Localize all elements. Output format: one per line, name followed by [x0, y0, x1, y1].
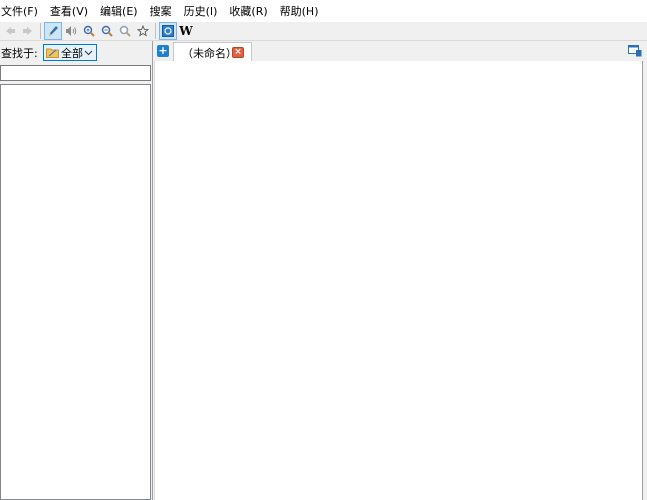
search-input[interactable]	[0, 65, 151, 81]
menu-file[interactable]: 文件(F)	[1, 3, 44, 19]
menu-help[interactable]: 帮助(H)	[280, 3, 325, 19]
restore-window-icon	[628, 45, 642, 57]
folder-icon	[46, 48, 59, 58]
article-view[interactable]	[154, 61, 643, 500]
wikipedia-button[interactable]: W	[177, 22, 195, 40]
zoom-in-button[interactable]	[80, 22, 98, 40]
left-pane: 查找于: 全部	[0, 41, 153, 500]
star-icon	[137, 25, 149, 37]
tab-label: （未命名）	[182, 46, 237, 60]
tab-untitled[interactable]: （未命名） ×	[173, 42, 252, 62]
add-favorite-button[interactable]	[134, 22, 152, 40]
toolbar: W	[0, 22, 647, 41]
forward-button[interactable]	[19, 22, 37, 40]
close-tab-button[interactable]: ×	[232, 47, 244, 58]
back-button[interactable]	[1, 22, 19, 40]
back-arrow-icon	[6, 27, 15, 35]
dictionary-icon	[162, 25, 174, 37]
menu-edit[interactable]: 编辑(E)	[100, 3, 144, 19]
pen-icon	[49, 26, 58, 36]
restore-window-button[interactable]	[628, 45, 642, 57]
menu-history[interactable]: 历史(I)	[184, 3, 224, 19]
menu-favorites[interactable]: 收藏(R)	[229, 3, 273, 19]
toolbar-separator	[155, 23, 156, 39]
forward-arrow-icon	[23, 27, 32, 35]
new-tab-button[interactable]: +	[157, 45, 169, 57]
search-scope-value: 全部	[61, 46, 83, 60]
menu-search[interactable]: 搜案	[150, 3, 178, 19]
search-row: 查找于:	[0, 44, 38, 62]
dictionary-button[interactable]	[159, 22, 177, 40]
scan-popup-button[interactable]	[44, 22, 62, 40]
menu-bar: 文件(F) 查看(V) 编辑(E) 搜案 历史(I) 收藏(R) 帮助(H)	[0, 0, 647, 22]
pronounce-button[interactable]	[62, 22, 80, 40]
speaker-icon	[65, 26, 76, 36]
word-list[interactable]	[0, 84, 151, 500]
search-scope-dropdown[interactable]: 全部	[43, 44, 97, 61]
toolbar-separator	[40, 23, 41, 39]
zoom-in-icon	[83, 25, 95, 37]
menu-view[interactable]: 查看(V)	[50, 3, 94, 19]
zoom-reset-button[interactable]	[116, 22, 134, 40]
wikipedia-icon: W	[179, 24, 193, 38]
chevron-down-icon	[84, 50, 93, 56]
tab-strip: + （未命名） ×	[154, 41, 647, 62]
search-in-label: 查找于:	[1, 47, 38, 60]
zoom-reset-icon	[119, 25, 131, 37]
zoom-out-button[interactable]	[98, 22, 116, 40]
zoom-out-icon	[101, 25, 113, 37]
